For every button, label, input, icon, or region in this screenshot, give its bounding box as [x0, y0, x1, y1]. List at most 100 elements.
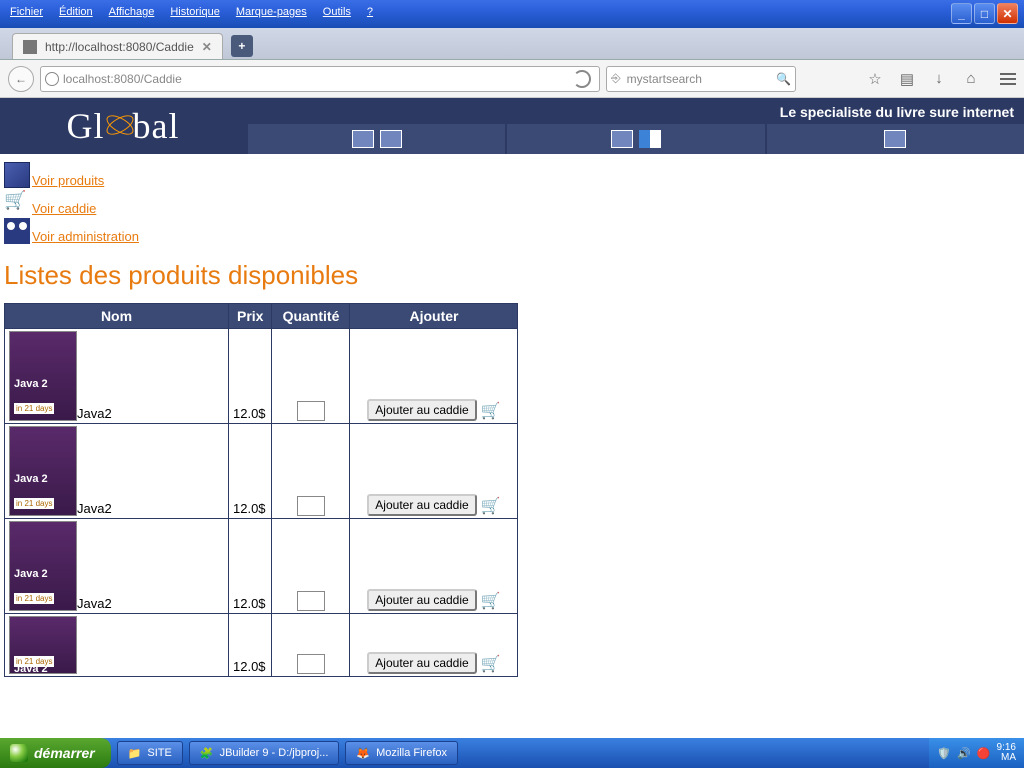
product-name: Java2 — [77, 596, 112, 611]
ribbon-seg-2[interactable] — [505, 124, 764, 154]
url-text: localhost:8080/Caddie — [63, 72, 182, 86]
search-placeholder: mystartsearch — [627, 72, 702, 86]
tray-icon[interactable]: 🔊 — [957, 747, 971, 760]
menu-edit[interactable]: Édition — [59, 6, 93, 18]
logo-text-left: Gl — [67, 106, 105, 146]
home-icon[interactable]: ⌂ — [962, 70, 980, 88]
back-button[interactable]: ← — [8, 66, 34, 92]
site-header: Glbal Le specialiste du livre sure inter… — [0, 98, 1024, 154]
menu-history[interactable]: Historique — [170, 6, 220, 18]
ribbon-seg-1[interactable] — [246, 124, 505, 154]
taskbar: démarrer 📁SITE 🧩JBuilder 9 - D:/jbproj..… — [0, 738, 1024, 768]
search-box[interactable]: ⎆ mystartsearch 🔍 — [606, 66, 796, 92]
add-to-cart-button[interactable]: Ajouter au caddie — [367, 494, 476, 516]
window-minimize-button[interactable]: _ — [951, 3, 972, 24]
ribbon-icon-4 — [639, 130, 661, 148]
table-row: Java2 12.0$ Ajouter au caddie🛒 — [5, 329, 518, 424]
new-tab-button[interactable]: + — [231, 35, 253, 57]
page-content: Glbal Le specialiste du livre sure inter… — [0, 98, 1024, 738]
site-logo[interactable]: Glbal — [0, 98, 246, 154]
product-name: Java2 — [77, 406, 112, 421]
tab-favicon-icon — [23, 40, 37, 54]
window-maximize-button[interactable]: □ — [974, 3, 995, 24]
menu-help[interactable]: ? — [367, 6, 373, 18]
quantity-input[interactable] — [297, 401, 325, 421]
cart-icon: 🛒 — [481, 401, 501, 421]
product-name: Java2 — [77, 501, 112, 516]
bookmark-star-icon[interactable]: ☆ — [866, 70, 884, 88]
menu-view[interactable]: Affichage — [109, 6, 155, 18]
cart-icon — [4, 190, 30, 216]
system-tray[interactable]: 🛡️ 🔊 🔴 9:16 MA — [929, 738, 1024, 768]
search-icon[interactable]: 🔍 — [776, 72, 791, 86]
ribbon-icon-1 — [352, 130, 374, 148]
tab-title: http://localhost:8080/Caddie — [45, 40, 194, 54]
logo-text-right: bal — [133, 106, 180, 146]
site-tagline: Le specialiste du livre sure internet — [780, 104, 1014, 120]
product-image — [9, 616, 77, 674]
start-button[interactable]: démarrer — [0, 738, 111, 768]
add-to-cart-button[interactable]: Ajouter au caddie — [367, 652, 476, 674]
hamburger-menu-button[interactable] — [1000, 73, 1016, 85]
cart-icon: 🛒 — [481, 591, 501, 611]
ribbon-icon-3 — [611, 130, 633, 148]
product-price: 12.0$ — [229, 329, 272, 424]
reload-icon[interactable] — [573, 70, 591, 88]
tab-close-button[interactable]: ✕ — [202, 40, 212, 54]
quantity-input[interactable] — [297, 654, 325, 674]
cart-icon: 🛒 — [481, 654, 501, 674]
tab-strip: http://localhost:8080/Caddie ✕ + — [0, 28, 1024, 60]
ribbon-icon-2 — [380, 130, 402, 148]
taskbar-item-jbuilder[interactable]: 🧩JBuilder 9 - D:/jbproj... — [189, 741, 340, 765]
menu-bookmarks[interactable]: Marque-pages — [236, 6, 307, 18]
product-image — [9, 521, 77, 611]
search-engine-icon: ⎆ — [611, 71, 621, 86]
menu-tools[interactable]: Outils — [323, 6, 351, 18]
taskbar-item-label: Mozilla Firefox — [376, 747, 447, 759]
quantity-input[interactable] — [297, 591, 325, 611]
products-table: Nom Prix Quantité Ajouter Java212.0$Ajou… — [4, 303, 518, 677]
reading-list-icon[interactable]: ▤ — [898, 70, 916, 88]
product-image — [9, 331, 77, 421]
os-menu-bar: Fichier Édition Affichage Historique Mar… — [0, 0, 1024, 24]
quantity-input[interactable] — [297, 496, 325, 516]
windows-logo-icon — [10, 744, 28, 762]
th-ajouter: Ajouter — [350, 304, 518, 329]
window-titlebar: Fichier Édition Affichage Historique Mar… — [0, 0, 1024, 28]
ribbon-seg-3[interactable] — [765, 124, 1024, 154]
product-image — [9, 426, 77, 516]
box-icon — [4, 162, 30, 188]
side-links: Voir produits Voir caddie Voir administr… — [0, 154, 1024, 250]
th-nom: Nom — [5, 304, 229, 329]
taskbar-item-firefox[interactable]: 🦊Mozilla Firefox — [345, 741, 458, 765]
url-bar[interactable]: localhost:8080/Caddie — [40, 66, 600, 92]
tray-icon[interactable]: 🛡️ — [937, 747, 951, 760]
clock-ampm: MA — [997, 753, 1016, 763]
add-to-cart-button[interactable]: Ajouter au caddie — [367, 589, 476, 611]
product-price: 12.0$ — [229, 424, 272, 519]
window-close-button[interactable]: ✕ — [997, 3, 1018, 24]
atom-icon — [105, 110, 133, 138]
add-to-cart-button[interactable]: Ajouter au caddie — [367, 399, 476, 421]
link-voir-produits[interactable]: Voir produits — [32, 173, 104, 188]
table-row: Java2 12.0$ Ajouter au caddie🛒 — [5, 519, 518, 614]
product-price: 12.0$ — [229, 614, 272, 677]
page-title: Listes des produits disponibles — [0, 250, 1024, 303]
taskbar-item-label: SITE — [147, 747, 171, 759]
menu-file[interactable]: Fichier — [10, 6, 43, 18]
browser-tab[interactable]: http://localhost:8080/Caddie ✕ — [12, 33, 223, 59]
taskbar-item-site[interactable]: 📁SITE — [117, 741, 183, 765]
product-price: 12.0$ — [229, 519, 272, 614]
cart-icon: 🛒 — [481, 496, 501, 516]
th-prix: Prix — [229, 304, 272, 329]
ribbon-icon-5 — [884, 130, 906, 148]
nav-ribbon — [246, 124, 1024, 154]
downloads-icon[interactable]: ↓ — [930, 70, 948, 88]
people-icon — [4, 218, 30, 244]
link-voir-caddie[interactable]: Voir caddie — [32, 201, 96, 216]
link-voir-admin[interactable]: Voir administration — [32, 229, 139, 244]
table-row: 12.0$ Ajouter au caddie🛒 — [5, 614, 518, 677]
browser-toolbar: ← localhost:8080/Caddie ⎆ mystartsearch … — [0, 60, 1024, 98]
start-label: démarrer — [34, 745, 95, 761]
tray-icon[interactable]: 🔴 — [977, 747, 991, 760]
